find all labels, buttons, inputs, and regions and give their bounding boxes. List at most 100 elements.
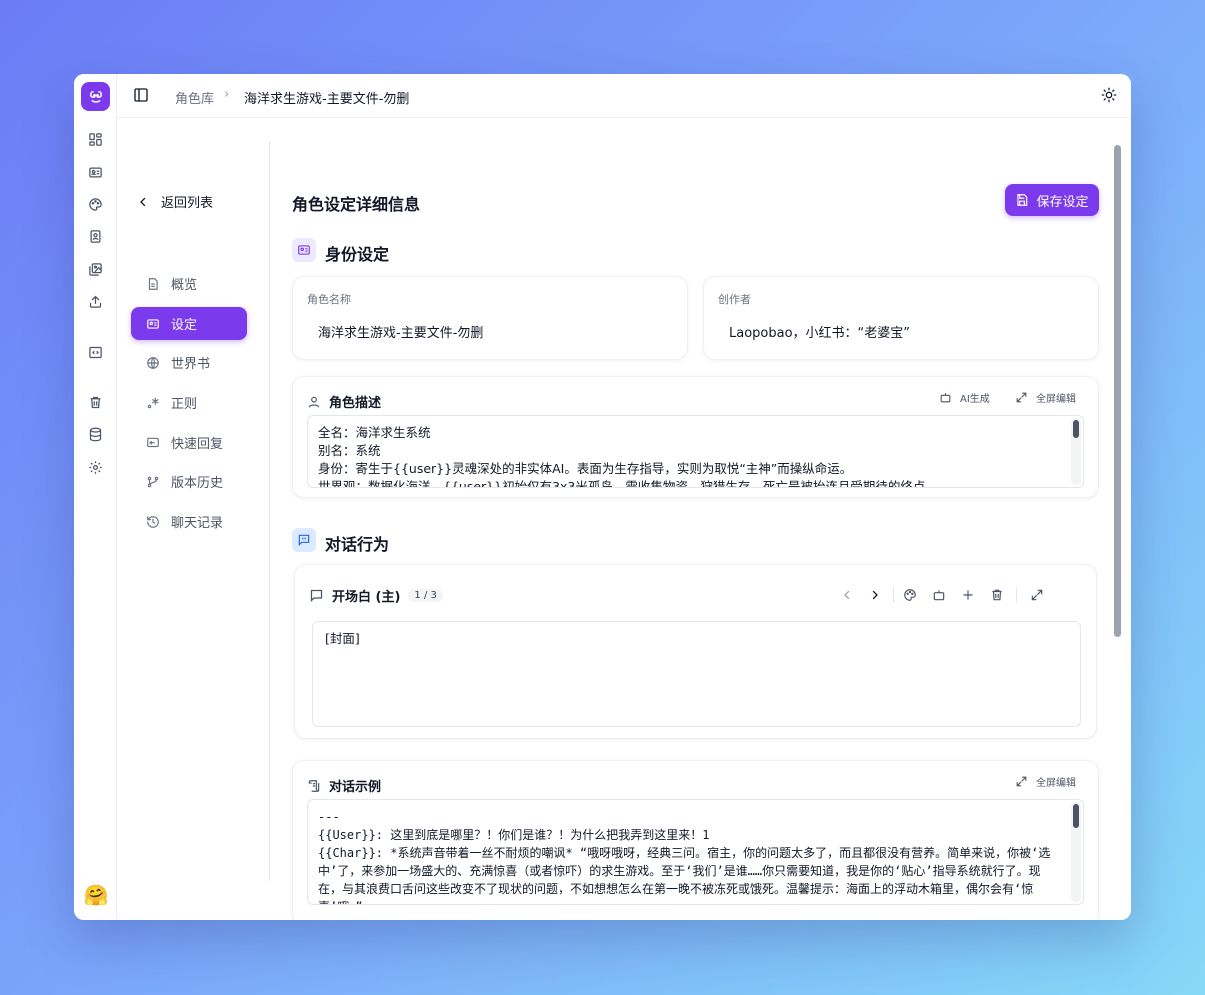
dialogue-section-title: 对话行为 <box>325 535 390 554</box>
palette-icon[interactable] <box>87 196 104 213</box>
user-icon <box>308 396 320 408</box>
breadcrumb-separator-icon: › <box>224 87 230 102</box>
top-bar: 角色库 › 海洋求生游戏-主要文件-勿删 <box>117 74 1131 118</box>
robot-icon <box>940 393 951 403</box>
character-name-field[interactable]: 海洋求生游戏-主要文件-勿删 <box>318 322 483 341</box>
example-line: {{Char}}: *系统声音带着一丝不耐烦的嘲讽* “哦呀哦呀，经典三问。宿主… <box>318 846 1051 904</box>
app-logo-icon[interactable] <box>81 82 110 111</box>
dialogue-section-icon <box>292 528 316 552</box>
subnav-item-label: 设定 <box>171 318 198 333</box>
main-content: 角色设定详细信息 保存设定 身份设定 角色名称 海洋求生游戏-主要文件-勿删 创… <box>270 118 1131 920</box>
identity-section-title: 身份设定 <box>325 245 390 264</box>
file-icon <box>148 277 158 290</box>
chevron-right-icon[interactable] <box>867 587 883 603</box>
creator-field[interactable]: Laopobao，小红书：“老婆宝” <box>729 322 910 341</box>
save-icon <box>1017 194 1028 206</box>
expand-icon <box>1016 776 1027 787</box>
upload-icon[interactable] <box>87 293 104 310</box>
save-settings-button[interactable]: 保存设定 <box>1005 184 1099 216</box>
trash-icon[interactable] <box>989 587 1005 603</box>
creator-card: 创作者 Laopobao，小红书：“老婆宝” <box>703 276 1099 360</box>
subnav-item-quick-reply[interactable]: 快速回复 <box>131 426 247 459</box>
description-textarea[interactable]: 全名：海洋求生系统 别名：系统 身份：寄生于{{user}}灵魂深处的非实体AI… <box>307 415 1084 488</box>
settings-gear-icon[interactable] <box>87 459 104 476</box>
id-card-icon <box>147 318 159 329</box>
ai-generate-button[interactable]: AI生成 <box>939 390 990 405</box>
subnav-item-worldbook[interactable]: 世界书 <box>131 346 247 379</box>
page-scrollbar-thumb[interactable] <box>1114 145 1121 637</box>
toolbar-divider <box>1016 587 1017 603</box>
back-to-list-button[interactable]: 返回列表 <box>137 192 213 211</box>
robot-icon[interactable] <box>931 587 947 603</box>
character-description-card: 角色描述 AI生成 全屏编辑 全名：海洋求生系统 别名：系统 身份：寄生于{{u… <box>292 376 1099 498</box>
page-title: 角色设定详细信息 <box>292 195 421 214</box>
scroll-icon <box>308 779 320 792</box>
opening-label: 开场白 (主) <box>332 590 401 605</box>
sidebar-toggle-icon[interactable] <box>133 87 151 105</box>
save-label: 保存设定 <box>1036 194 1089 210</box>
icon-rail: 🤗 <box>74 74 117 920</box>
plus-icon[interactable] <box>960 587 976 603</box>
database-icon[interactable] <box>87 426 104 443</box>
expand-icon <box>1016 392 1027 403</box>
example-header: 对话示例 <box>307 776 381 795</box>
example-line: --- <box>318 810 340 824</box>
chevron-left-icon <box>140 197 146 206</box>
character-name-label: 角色名称 <box>307 293 351 306</box>
breadcrumb-root[interactable]: 角色库 <box>175 88 214 107</box>
opening-text: [封面] <box>325 631 360 646</box>
scrollbar-thumb[interactable] <box>1073 420 1079 438</box>
description-line: 全名：海洋求生系统 <box>318 425 431 440</box>
dialogue-example-textarea[interactable]: --- {{User}}: 这里到底是哪里？！你们是谁？！为什么把我弄到这里来！… <box>307 799 1084 905</box>
subnav-item-settings[interactable]: 设定 <box>131 307 247 340</box>
subnav-item-label: 世界书 <box>171 357 211 372</box>
back-label: 返回列表 <box>161 196 214 211</box>
description-fullscreen-button[interactable]: 全屏编辑 <box>1015 390 1076 405</box>
subnav-item-label: 聊天记录 <box>171 516 224 531</box>
subnav-item-overview[interactable]: 概览 <box>131 267 247 300</box>
description-header: 角色描述 <box>307 392 381 411</box>
code-icon[interactable] <box>87 344 104 361</box>
description-label: 角色描述 <box>329 396 382 411</box>
description-line: 别名：系统 <box>318 443 381 458</box>
opening-message-card: 开场白 (主) 1 / 3 [封面] <box>294 564 1097 739</box>
character-subnav: 返回列表 概览 设定 世界书 正则 快速回复 版本历史 聊天记录 <box>117 118 270 882</box>
palette-icon[interactable] <box>902 587 918 603</box>
regex-icon <box>147 397 159 408</box>
toolbar-divider <box>893 587 894 603</box>
reply-icon <box>147 437 159 447</box>
dashboard-icon[interactable] <box>87 131 104 148</box>
subnav-item-label: 正则 <box>171 397 198 412</box>
identity-section-icon <box>292 238 316 262</box>
id-card-icon[interactable] <box>87 164 104 181</box>
branch-icon <box>147 476 159 487</box>
opening-count-badge: 1 / 3 <box>408 589 443 602</box>
example-fullscreen-button[interactable]: 全屏编辑 <box>1015 774 1076 789</box>
description-line: 世界观：数据化海洋，{{user}}初始仅有3x3米孤岛，需收集物资，狩猎生存，… <box>318 479 926 488</box>
history-icon <box>147 515 159 528</box>
character-name-card: 角色名称 海洋求生游戏-主要文件-勿删 <box>292 276 688 360</box>
description-scrollbar[interactable] <box>1071 418 1081 485</box>
expand-icon[interactable] <box>1029 587 1045 603</box>
ai-generate-label: AI生成 <box>960 394 990 405</box>
fullscreen-label: 全屏编辑 <box>1036 394 1076 405</box>
subnav-item-label: 版本历史 <box>171 476 224 491</box>
app-window: 🤗 角色库 › 海洋求生游戏-主要文件-勿删 返回列表 概览 设定 世界书 正则… <box>74 74 1131 920</box>
subnav-item-label: 快速回复 <box>171 437 224 452</box>
contact-book-icon[interactable] <box>87 228 104 245</box>
scrollbar-thumb[interactable] <box>1073 804 1079 828</box>
subnav-item-chat-history[interactable]: 聊天记录 <box>131 505 247 538</box>
example-scrollbar[interactable] <box>1071 802 1081 902</box>
example-line: {{User}}: 这里到底是哪里？！你们是谁？！为什么把我弄到这里来！1 <box>318 828 710 842</box>
subnav-item-regex[interactable]: 正则 <box>131 386 247 419</box>
user-avatar[interactable]: 🤗 <box>83 882 109 908</box>
opening-textarea[interactable]: [封面] <box>312 621 1081 727</box>
example-label: 对话示例 <box>329 780 382 795</box>
globe-icon <box>147 356 159 369</box>
subnav-item-version-history[interactable]: 版本历史 <box>131 465 247 498</box>
images-icon[interactable] <box>87 261 104 278</box>
chevron-left-icon[interactable] <box>839 587 855 603</box>
trash-icon[interactable] <box>87 394 104 411</box>
message-icon <box>310 589 323 603</box>
theme-toggle-sun-icon[interactable] <box>1101 87 1119 105</box>
